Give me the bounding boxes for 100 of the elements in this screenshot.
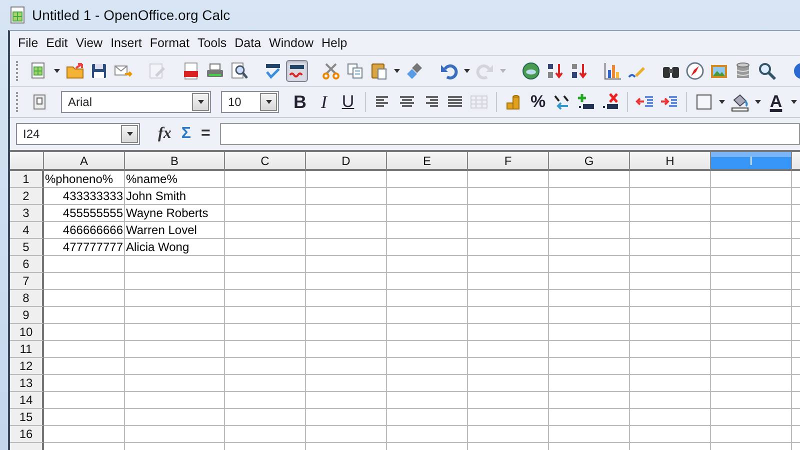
table-cell[interactable] [306,222,387,239]
column-header[interactable]: E [387,152,468,171]
table-cell[interactable] [306,205,387,222]
table-cell[interactable] [306,426,387,443]
menu-item[interactable]: Tools [193,34,231,52]
table-cell[interactable] [306,375,387,392]
column-header[interactable]: D [306,152,387,171]
compass-icon[interactable] [684,60,706,82]
row-header[interactable]: 10 [10,324,44,341]
table-cell[interactable] [225,171,306,188]
table-cell[interactable] [387,239,468,256]
table-cell[interactable] [306,171,387,188]
table-cell[interactable] [387,375,468,392]
table-cell[interactable] [306,307,387,324]
table-cell[interactable] [630,392,711,409]
table-cell[interactable] [387,171,468,188]
table-cell[interactable] [44,341,125,358]
table-cell[interactable] [468,256,549,273]
table-cell[interactable] [468,392,549,409]
table-cell[interactable] [630,239,711,256]
table-cell[interactable] [225,392,306,409]
table-cell[interactable] [711,409,792,426]
table-cell[interactable] [630,307,711,324]
table-cell[interactable] [630,222,711,239]
table-cell[interactable] [125,273,225,290]
column-header[interactable]: A [44,152,125,171]
table-cell[interactable] [711,426,792,443]
table-cell[interactable] [225,375,306,392]
table-cell[interactable] [711,307,792,324]
row-header[interactable]: 3 [10,205,44,222]
table-cell[interactable] [44,273,125,290]
table-cell[interactable] [125,290,225,307]
table-cell[interactable] [468,426,549,443]
table-cell[interactable] [711,205,792,222]
row-header[interactable]: 11 [10,341,44,358]
table-cell[interactable] [44,324,125,341]
row-header[interactable]: 5 [10,239,44,256]
table-cell[interactable] [468,324,549,341]
row-header[interactable]: 1 [10,171,44,188]
table-cell[interactable] [549,426,630,443]
underline-button[interactable]: U [337,91,359,113]
table-cell[interactable] [387,392,468,409]
table-cell[interactable] [549,392,630,409]
table-cell[interactable] [387,290,468,307]
sum-button[interactable]: Σ [181,122,191,146]
row-header[interactable]: 14 [10,392,44,409]
table-cell[interactable] [468,341,549,358]
table-cell[interactable] [549,256,630,273]
table-cell[interactable] [549,239,630,256]
column-header[interactable]: F [468,152,549,171]
table-cell[interactable] [549,375,630,392]
table-cell[interactable] [387,409,468,426]
dropdown-button[interactable] [260,93,277,111]
table-cell[interactable] [125,426,225,443]
table-cell[interactable] [711,341,792,358]
table-cell[interactable] [44,409,125,426]
table-cell[interactable] [549,273,630,290]
zoom-icon[interactable] [756,60,778,82]
table-cell[interactable] [125,392,225,409]
table-cell[interactable] [711,256,792,273]
menu-item[interactable]: View [72,34,107,52]
table-cell[interactable] [711,188,792,205]
percent-button[interactable]: % [527,91,549,113]
table-cell[interactable] [468,273,549,290]
table-cell[interactable] [44,358,125,375]
table-cell[interactable] [44,307,125,324]
menu-item[interactable]: Edit [42,34,72,52]
autospellcheck-button[interactable] [286,60,308,82]
table-cell[interactable] [387,307,468,324]
table-cell[interactable] [125,324,225,341]
table-cell[interactable] [387,222,468,239]
table-cell[interactable] [225,426,306,443]
row-header[interactable]: 16 [10,426,44,443]
table-cell[interactable] [306,239,387,256]
table-cell[interactable] [125,409,225,426]
table-cell[interactable] [387,205,468,222]
table-cell[interactable] [44,256,125,273]
table-cell[interactable] [549,222,630,239]
table-cell[interactable] [630,358,711,375]
menu-item[interactable]: Help [318,34,352,52]
table-cell[interactable] [549,171,630,188]
table-cell[interactable] [306,273,387,290]
table-cell[interactable] [630,375,711,392]
table-cell[interactable] [711,375,792,392]
table-cell[interactable] [306,409,387,426]
table-cell[interactable] [387,358,468,375]
table-cell[interactable] [387,256,468,273]
table-cell[interactable] [468,290,549,307]
table-cell[interactable] [468,375,549,392]
corner-header[interactable] [10,152,44,171]
column-header[interactable]: G [549,152,630,171]
table-cell[interactable] [549,324,630,341]
table-cell[interactable] [468,358,549,375]
font-size-field[interactable]: 10 [221,91,279,113]
table-cell[interactable] [468,188,549,205]
table-cell[interactable] [225,358,306,375]
table-cell[interactable] [125,358,225,375]
menu-item[interactable]: File [14,34,42,52]
table-cell[interactable] [711,239,792,256]
table-cell[interactable] [125,256,225,273]
